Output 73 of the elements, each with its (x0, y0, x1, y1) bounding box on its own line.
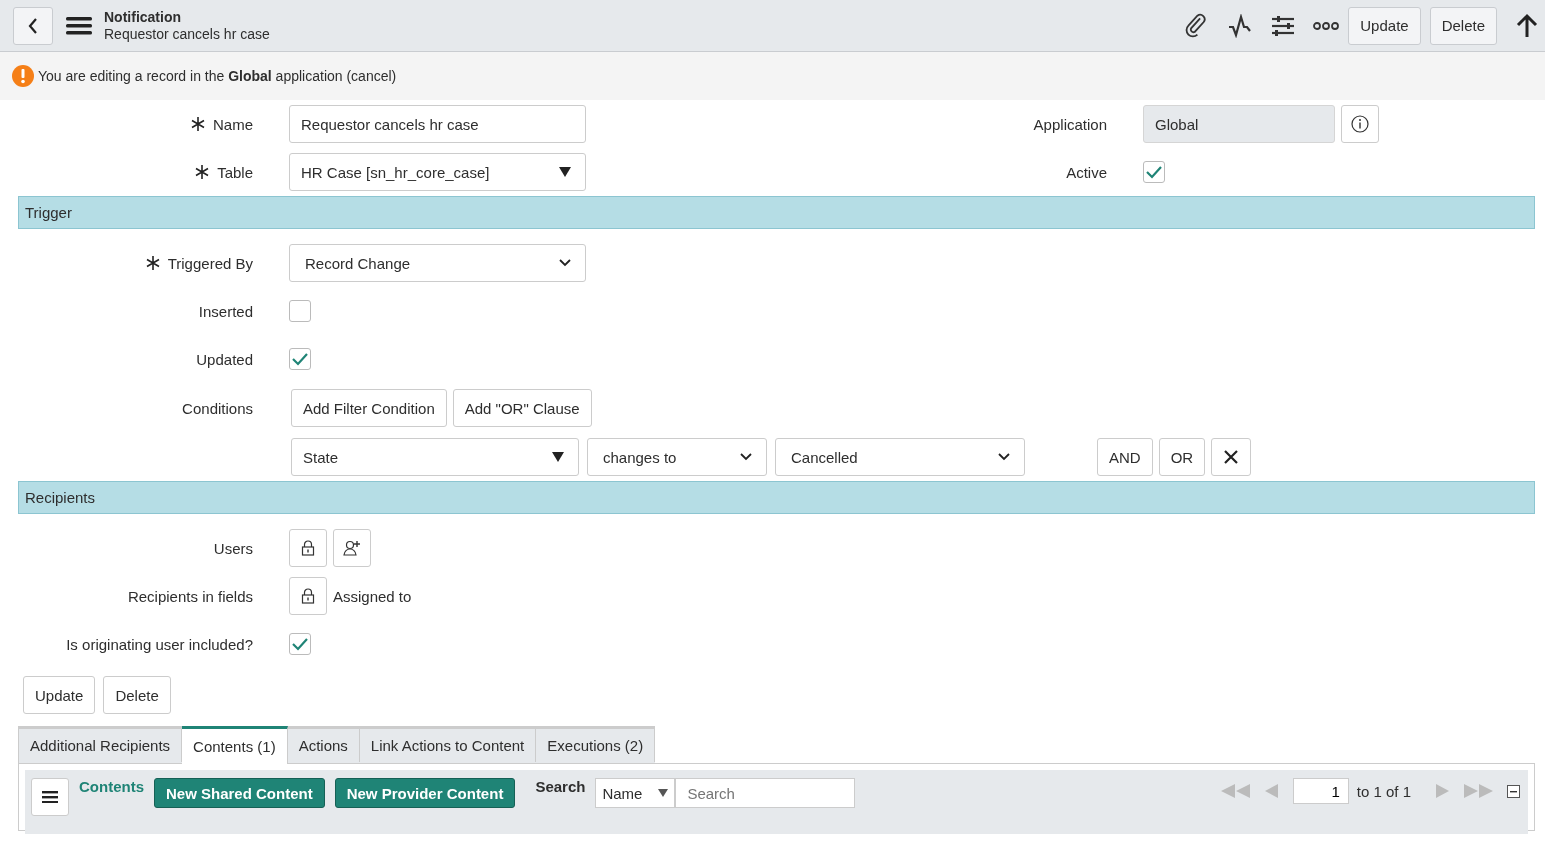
search-label: Search (535, 778, 586, 795)
chevron-down-icon (998, 453, 1010, 461)
field-label: Name (213, 115, 253, 133)
new-content-button[interactable]: New Shared Content (154, 778, 325, 808)
condition-logic-button[interactable]: OR (1158, 438, 1206, 476)
dropdown-triangle-icon (559, 167, 571, 177)
padlock-icon (301, 540, 315, 556)
chevron-left-icon (27, 16, 39, 35)
new-content-button[interactable]: New Provider Content (334, 778, 516, 808)
checkbox[interactable] (289, 300, 311, 322)
header-action-button[interactable]: Delete (1429, 6, 1497, 45)
condition-value-select[interactable]: Cancelled (775, 438, 1025, 476)
checkbox[interactable] (289, 633, 311, 655)
lock-button[interactable] (289, 529, 327, 567)
editing-notice: You are editing a record in the Global application (cancel) (38, 68, 397, 84)
record-type-title: Notification (104, 8, 182, 26)
chevron-down-icon (740, 453, 752, 461)
sliders-icon[interactable] (1271, 13, 1296, 38)
condition-operator-select[interactable]: changes to (587, 438, 767, 476)
menu-icon[interactable] (66, 15, 92, 36)
triggered-by-select[interactable]: Record Change (289, 244, 586, 282)
name-field[interactable]: Requestor cancels hr case (289, 105, 586, 143)
warning-icon (12, 65, 34, 87)
arrow-up-icon[interactable] (1515, 12, 1539, 39)
activity-icon[interactable] (1227, 13, 1254, 38)
field-label: Triggered By (167, 254, 253, 272)
more-icon[interactable] (1313, 20, 1340, 31)
page-count: to 1 of 1 (1356, 782, 1411, 800)
application-field: Global (1143, 105, 1335, 143)
back-button[interactable] (13, 6, 53, 45)
collapse-icon[interactable] (1507, 784, 1520, 798)
search-field-select[interactable]: Name (595, 778, 676, 808)
section-header: Trigger (18, 196, 1535, 229)
add-user-button[interactable] (333, 529, 371, 567)
padlock-icon (301, 588, 315, 604)
related-list-title: Contents (79, 778, 144, 795)
field-label: Updated (196, 350, 253, 368)
info-icon (1351, 115, 1369, 133)
field-label: Active (1066, 163, 1107, 181)
tab[interactable]: Contents (1) (182, 726, 288, 764)
list-menu-button[interactable] (31, 778, 69, 816)
form-action-button[interactable]: Update (23, 676, 96, 714)
page-field[interactable]: 1 (1292, 778, 1349, 804)
record-name: Requestor cancels hr case (104, 25, 270, 43)
checkbox[interactable] (289, 348, 311, 370)
lock-button[interactable] (289, 577, 327, 615)
search-field[interactable]: Search (675, 778, 856, 808)
filter-button[interactable]: Add "OR" Clause (452, 389, 592, 427)
field-label: Application (1033, 115, 1107, 133)
condition-logic-button[interactable]: AND (1097, 438, 1153, 476)
field-label: Users (213, 539, 253, 557)
field-label: Inserted (198, 302, 253, 320)
section-header: Recipients (18, 481, 1535, 514)
condition-field-select[interactable]: State (291, 438, 579, 476)
cancel-link[interactable]: (cancel) (346, 68, 397, 84)
field-value: Assigned to (333, 587, 412, 605)
info-button[interactable] (1341, 105, 1379, 143)
field-label: Recipients in fields (127, 587, 253, 605)
remove-condition-button[interactable] (1211, 438, 1252, 476)
header-action-button[interactable]: Update (1348, 6, 1421, 45)
menu-icon (42, 791, 58, 803)
dropdown-triangle-icon (658, 789, 669, 797)
table-select[interactable]: HR Case [sn_hr_core_case] (289, 153, 586, 191)
field-label: Conditions (182, 399, 253, 417)
close-icon (1224, 450, 1239, 464)
active-checkbox[interactable] (1143, 161, 1165, 183)
filter-button[interactable]: Add Filter Condition (291, 389, 447, 427)
form-action-button[interactable]: Delete (103, 676, 171, 714)
chevron-down-icon (559, 259, 571, 267)
dropdown-triangle-icon (552, 452, 564, 462)
field-label: Table (217, 163, 253, 181)
field-label: Is originating user included? (66, 635, 253, 653)
add-user-icon (343, 540, 361, 556)
